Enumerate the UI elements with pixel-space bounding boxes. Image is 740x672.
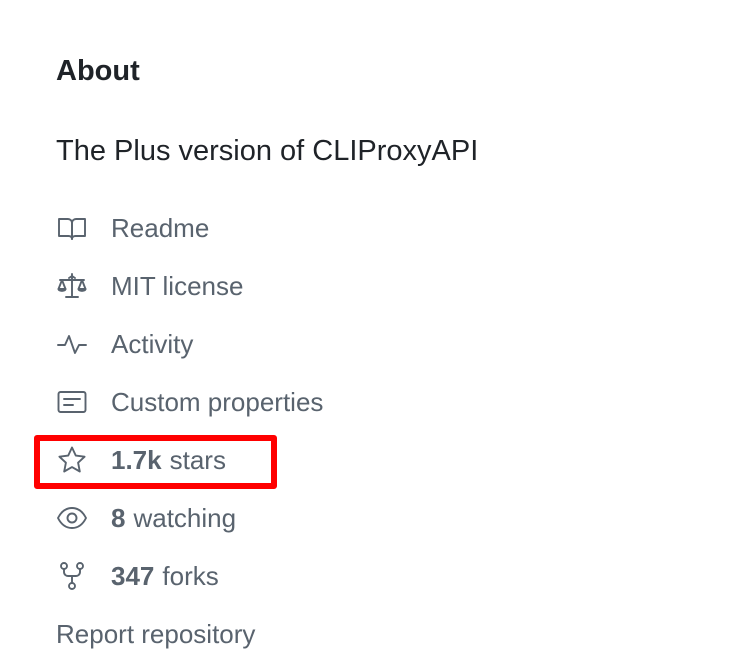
watchers-link[interactable]: 8 watching	[56, 498, 236, 538]
readme-link[interactable]: Readme	[56, 208, 209, 248]
eye-icon	[56, 502, 88, 534]
repo-description: The Plus version of CLIProxyAPI	[56, 135, 479, 167]
law-icon	[56, 270, 88, 302]
pulse-icon	[56, 328, 88, 360]
note-icon	[56, 386, 88, 418]
license-label: MIT license	[111, 270, 244, 301]
forks-label: forks	[162, 560, 219, 591]
stars-link[interactable]: 1.7k stars	[56, 440, 226, 480]
stars-label: stars	[169, 444, 226, 475]
activity-label: Activity	[111, 328, 194, 359]
readme-label: Readme	[111, 212, 210, 243]
activity-link[interactable]: Activity	[56, 324, 193, 364]
forks-count: 347	[111, 560, 155, 591]
forks-link[interactable]: 347 forks	[56, 556, 219, 596]
custom-properties-label: Custom properties	[111, 386, 324, 417]
star-icon	[56, 444, 88, 476]
watching-label: watching	[133, 502, 237, 533]
stars-count: 1.7k	[111, 444, 162, 475]
about-heading: About	[56, 55, 140, 87]
report-repository-link[interactable]: Report repository	[56, 614, 255, 654]
custom-properties-link[interactable]: Custom properties	[56, 382, 323, 422]
repo-forked-icon	[56, 560, 88, 592]
book-icon	[56, 212, 88, 244]
license-link[interactable]: MIT license	[56, 266, 243, 306]
watching-count: 8	[111, 502, 126, 533]
